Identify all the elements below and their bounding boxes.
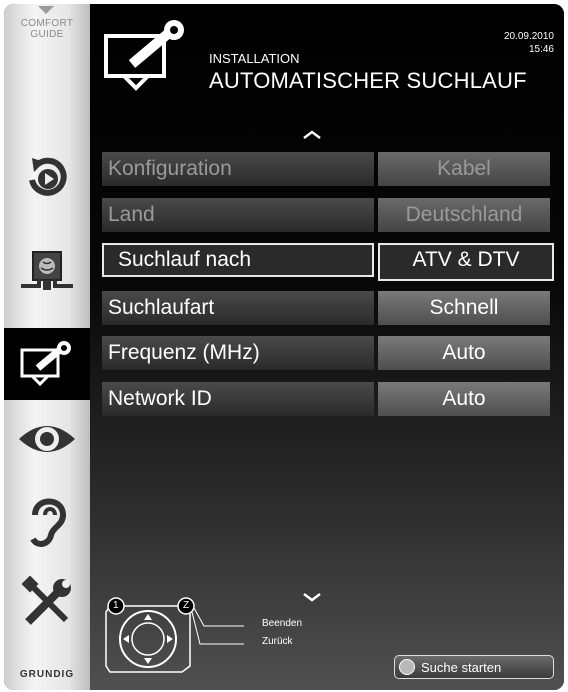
menu-row-value: Auto: [378, 336, 550, 370]
main-panel: 20.09.2010 15:46 INSTALLATION AUTOMATISC…: [90, 4, 564, 690]
brand-logo: GRUNDIG: [19, 669, 75, 680]
menu-row-value: Deutschland: [378, 198, 550, 232]
chevron-down-icon[interactable]: [302, 592, 322, 602]
installation-header-icon: [104, 20, 184, 91]
sidebar-item-picture[interactable]: [4, 408, 90, 470]
settings-icon: [21, 576, 71, 625]
sidebar-item-installation[interactable]: [4, 328, 90, 400]
date-time: 20.09.2010 15:46: [504, 30, 554, 56]
sound-icon: [30, 498, 67, 547]
comfort-guide-button[interactable]: COMFORT GUIDE: [4, 6, 90, 40]
tv-menu-frame: COMFORT GUIDE GRUNDIG 20.09.2010 15:46 I…: [4, 4, 564, 690]
remote-navigation-icon: [105, 597, 244, 673]
start-search-label: Suche starten: [421, 659, 502, 675]
menu-row-konfiguration[interactable]: Konfiguration Kabel: [102, 152, 550, 186]
hint-exit: Beenden: [262, 618, 303, 629]
menu-row-value: Kabel: [378, 152, 550, 186]
time: 15:46: [528, 44, 554, 55]
start-search-button[interactable]: Suche starten: [394, 655, 554, 679]
key-1-label: 1: [113, 600, 119, 611]
picture-icon: [19, 426, 75, 452]
sidebar-item-sound[interactable]: [4, 490, 90, 552]
hint-back: Zurück: [262, 636, 293, 647]
menu-row-label: Land: [102, 198, 374, 232]
menu-row-frequenz[interactable]: Frequenz (MHz) Auto: [102, 336, 550, 370]
menu-row-value: Auto: [378, 382, 550, 416]
menu-row-suchlaufart[interactable]: Suchlaufart Schnell: [102, 291, 550, 325]
menu-row-suchlauf-nach[interactable]: Suchlauf nach ATV & DTV: [102, 243, 554, 281]
menu-row-value: ATV & DTV: [378, 243, 554, 281]
date: 20.09.2010: [503, 31, 554, 42]
menu-row-label: Network ID: [102, 382, 374, 416]
network-icon: [21, 251, 73, 290]
red-button-icon: [399, 659, 415, 675]
sidebar-item-network[interactable]: [4, 240, 90, 302]
comfort-label-1: COMFORT: [20, 18, 74, 29]
menu-row-value: Schnell: [378, 291, 550, 325]
source-icon: [29, 157, 67, 196]
menu-row-network-id[interactable]: Network ID Auto: [102, 382, 550, 416]
menu-row-label: Frequenz (MHz): [102, 336, 374, 370]
installation-icon: [20, 341, 71, 387]
menu-title: AUTOMATISCHER SUCHLAUF: [209, 68, 527, 93]
chevron-up-icon[interactable]: [302, 130, 322, 140]
menu-row-label: Suchlauf nach: [102, 243, 374, 277]
menu-row-label: Suchlaufart: [102, 291, 374, 325]
menu-row-land[interactable]: Land Deutschland: [102, 198, 550, 232]
menu-subtitle: INSTALLATION: [209, 51, 300, 66]
comfort-label-2: GUIDE: [30, 29, 64, 40]
menu-row-label: Konfiguration: [102, 152, 374, 186]
sidebar-item-source[interactable]: [4, 146, 90, 208]
sidebar-item-settings[interactable]: [4, 572, 90, 634]
key-z-label: Z: [183, 600, 190, 611]
up-arrow-icon: [38, 6, 54, 14]
comfort-guide-sidebar: COMFORT GUIDE GRUNDIG: [4, 4, 90, 690]
